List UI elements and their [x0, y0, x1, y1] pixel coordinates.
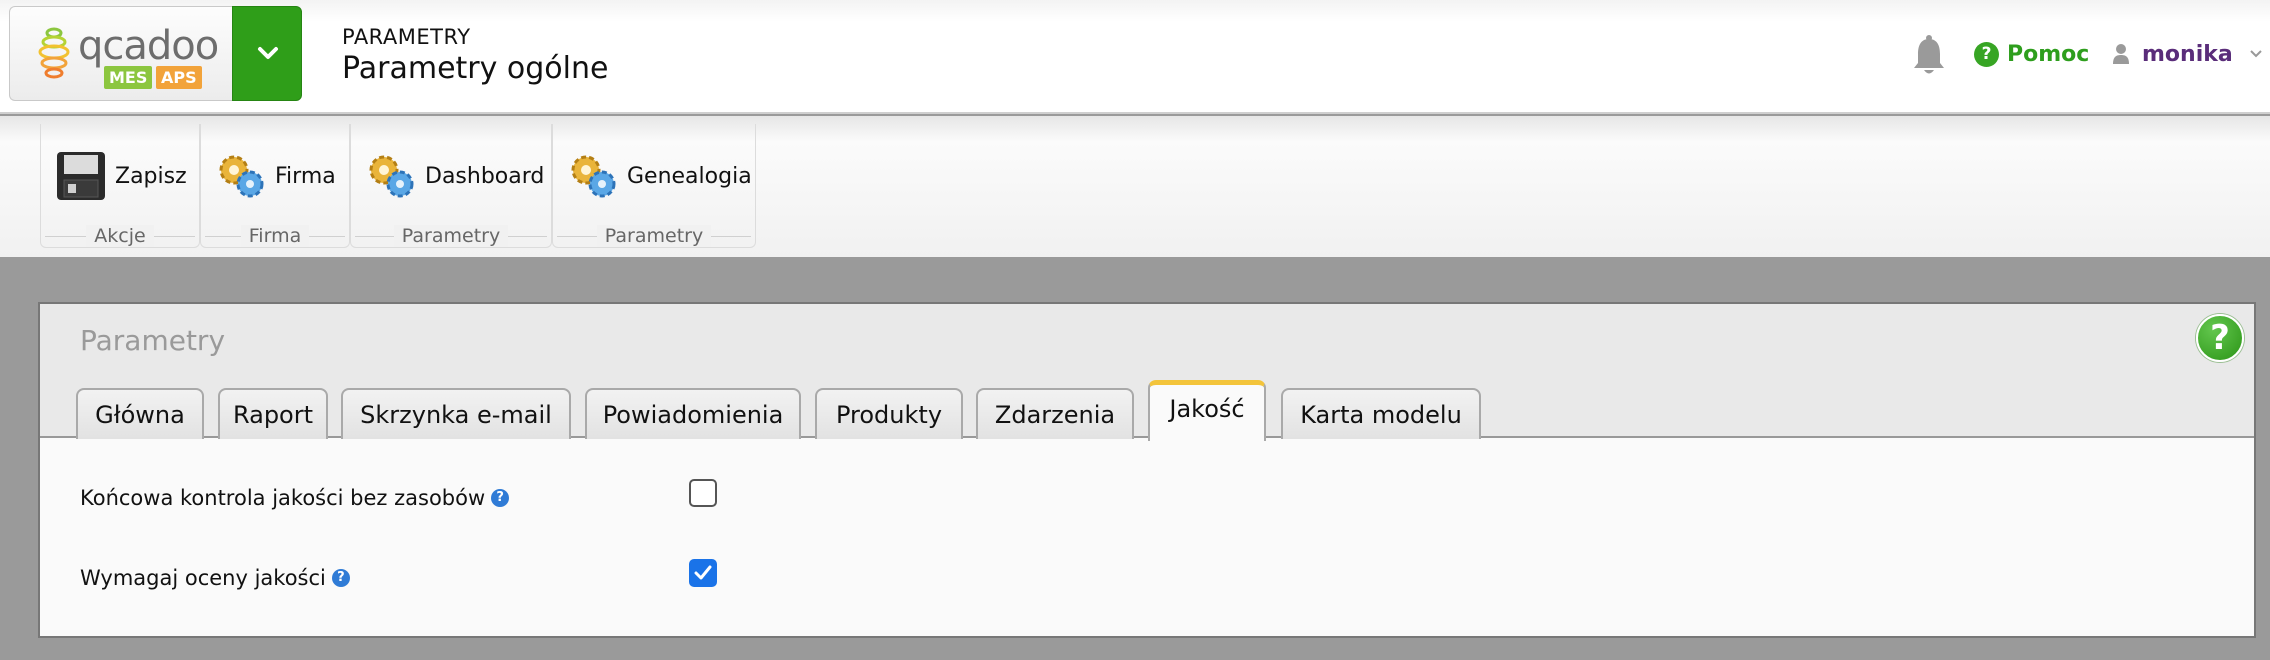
gears-icon [571, 155, 616, 198]
tab-karta-modelu[interactable]: Karta modelu [1281, 388, 1481, 439]
tab-zdarzenia[interactable]: Zdarzenia [976, 388, 1134, 439]
save-button[interactable]: Zapisz [55, 146, 187, 206]
ribbon-toolbar: Zapisz Akcje Firma Firma Dashboard Param… [0, 116, 2270, 257]
app-logo[interactable]: qcadoo MES APS [9, 6, 233, 101]
tab-glowna[interactable]: Główna [76, 388, 204, 439]
checkmark-icon [694, 565, 712, 580]
gears-icon [219, 155, 264, 198]
tab-skrzynka-email[interactable]: Skrzynka e-mail [341, 388, 571, 439]
user-menu[interactable]: monika [2112, 38, 2263, 70]
main-menu-button[interactable] [232, 6, 302, 101]
company-button[interactable]: Firma [215, 146, 336, 206]
field-label-require-quality-rating: Wymagaj oceny jakości [80, 566, 326, 590]
breadcrumb-section: PARAMETRY [342, 25, 471, 49]
ribbon-group-label-parameters-2: Parametry [596, 225, 712, 247]
ribbon-group-parameters-genealogy: Genealogia Parametry [552, 124, 756, 248]
ribbon-group-label-company: Firma [240, 225, 310, 247]
chevron-down-icon [258, 47, 278, 59]
tab-powiadomienia[interactable]: Powiadomienia [585, 388, 801, 439]
page-title: Parametry ogólne [342, 51, 609, 86]
info-help-icon[interactable]: ? [331, 569, 350, 587]
ribbon-group-parameters-dashboard: Dashboard Parametry [350, 124, 552, 248]
ribbon-group-label-actions: Akcje [86, 225, 154, 247]
help-label: Pomoc [2007, 41, 2090, 67]
logo-swirl-icon [38, 27, 70, 79]
user-name: monika [2142, 41, 2233, 67]
tab-raport[interactable]: Raport [218, 388, 328, 439]
gears-icon [369, 155, 414, 198]
user-icon [2113, 44, 2129, 64]
ribbon-group-actions: Zapisz Akcje [40, 124, 200, 248]
dashboard-button[interactable]: Dashboard [365, 146, 544, 206]
save-button-label: Zapisz [115, 163, 187, 189]
top-header: qcadoo MES APS PARAMETRY Parametry ogóln… [0, 0, 2270, 114]
help-icon: ? [1974, 41, 1999, 67]
company-button-label: Firma [275, 163, 336, 189]
notifications-bell-icon[interactable] [1912, 33, 1946, 77]
final-quality-control-checkbox[interactable] [689, 479, 717, 507]
ribbon-group-company: Firma Firma [200, 124, 350, 248]
panel-header: Parametry ? Główna Raport Skrzynka e-mai… [40, 304, 2254, 441]
ribbon-group-label-parameters: Parametry [393, 225, 509, 247]
require-quality-rating-checkbox[interactable] [689, 559, 717, 587]
badge-aps: APS [156, 66, 202, 89]
panel-title: Parametry [80, 324, 226, 357]
info-help-icon[interactable]: ? [491, 489, 510, 507]
genealogy-button[interactable]: Genealogia [567, 146, 752, 206]
tab-produkty[interactable]: Produkty [815, 388, 963, 439]
field-row-final-quality-control: Końcowa kontrola jakości bez zasobów ? [80, 486, 510, 510]
badge-mes: MES [104, 66, 153, 89]
help-link[interactable]: ? Pomoc [1974, 38, 2089, 70]
dashboard-button-label: Dashboard [425, 163, 545, 189]
caret-down-icon [2250, 50, 2262, 58]
field-label-final-quality-control: Końcowa kontrola jakości bez zasobów [80, 486, 486, 510]
parameters-panel: Parametry ? Główna Raport Skrzynka e-mai… [38, 302, 2256, 638]
tab-jakosc[interactable]: Jakość [1148, 380, 1266, 441]
field-row-require-quality-rating: Wymagaj oceny jakości ? [80, 566, 350, 590]
floppy-disk-icon [57, 152, 105, 200]
panel-help-icon[interactable]: ? [2196, 314, 2244, 362]
genealogy-button-label: Genealogia [627, 163, 752, 189]
logo-text: qcadoo [78, 23, 219, 69]
